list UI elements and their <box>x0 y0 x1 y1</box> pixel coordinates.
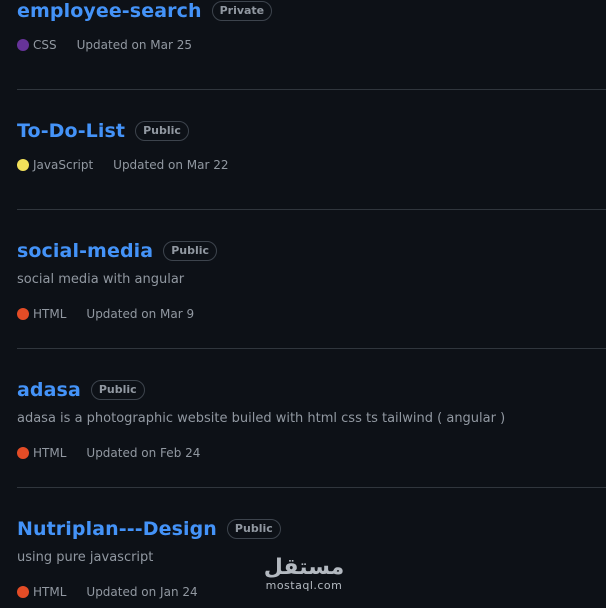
language-color-dot <box>17 447 29 459</box>
repo-name-link[interactable]: Nutriplan---Design <box>17 518 217 540</box>
language-color-dot <box>17 159 29 171</box>
repo-meta: CSS Updated on Mar 25 <box>17 38 192 52</box>
repo-item: social-media Public social media with an… <box>17 210 606 349</box>
repo-description: adasa is a photographic website builed w… <box>17 411 506 426</box>
repo-title-row: employee-search Private <box>17 0 273 22</box>
watermark-arabic-text: مستقل <box>263 555 345 580</box>
language-color-dot <box>17 308 29 320</box>
language-name: HTML <box>33 585 67 599</box>
mostaql-watermark-logo: مستقل mostaql.com <box>262 556 346 600</box>
repo-item: To-Do-List Public JavaScript Updated on … <box>17 90 606 210</box>
updated-date: Updated on Mar 22 <box>113 158 229 172</box>
repo-title-row: Nutriplan---Design Public <box>17 518 281 540</box>
repo-meta: HTML Updated on Feb 24 <box>17 446 200 460</box>
visibility-badge: Public <box>226 519 281 539</box>
visibility-badge: Public <box>135 121 189 141</box>
repo-item: adasa Public adasa is a photographic web… <box>17 349 606 488</box>
updated-date: Updated on Feb 24 <box>86 446 201 460</box>
repo-name-link[interactable]: employee-search <box>17 0 202 22</box>
repo-title-row: social-media Public <box>17 240 218 262</box>
language-color-dot <box>17 586 29 598</box>
language-name: HTML <box>33 446 67 460</box>
repo-meta: JavaScript Updated on Mar 22 <box>17 158 229 172</box>
updated-date: Updated on Mar 25 <box>76 38 193 52</box>
visibility-badge: Public <box>90 380 145 400</box>
repo-name-link[interactable]: adasa <box>17 379 81 401</box>
language-name: JavaScript <box>33 158 94 172</box>
language-name: HTML <box>33 307 67 321</box>
updated-date: Updated on Jan 24 <box>86 585 198 599</box>
visibility-badge: Private <box>211 1 273 21</box>
language-name: CSS <box>33 38 57 52</box>
repo-meta: HTML Updated on Mar 9 <box>17 307 194 321</box>
repo-meta: HTML Updated on Jan 24 <box>17 585 198 599</box>
repo-name-link[interactable]: social-media <box>17 240 153 262</box>
repo-name-link[interactable]: To-Do-List <box>17 120 125 142</box>
watermark-latin-text: mostaql.com <box>265 579 343 592</box>
repo-description: using pure javascript <box>17 550 154 565</box>
repo-title-row: To-Do-List Public <box>17 120 189 142</box>
repository-list: employee-search Private CSS Updated on M… <box>17 0 606 608</box>
repo-item: employee-search Private CSS Updated on M… <box>17 0 606 90</box>
repo-title-row: adasa Public <box>17 379 145 401</box>
language-color-dot <box>17 39 29 51</box>
repo-description: social media with angular <box>17 272 185 287</box>
visibility-badge: Public <box>163 241 218 261</box>
updated-date: Updated on Mar 9 <box>86 307 195 321</box>
